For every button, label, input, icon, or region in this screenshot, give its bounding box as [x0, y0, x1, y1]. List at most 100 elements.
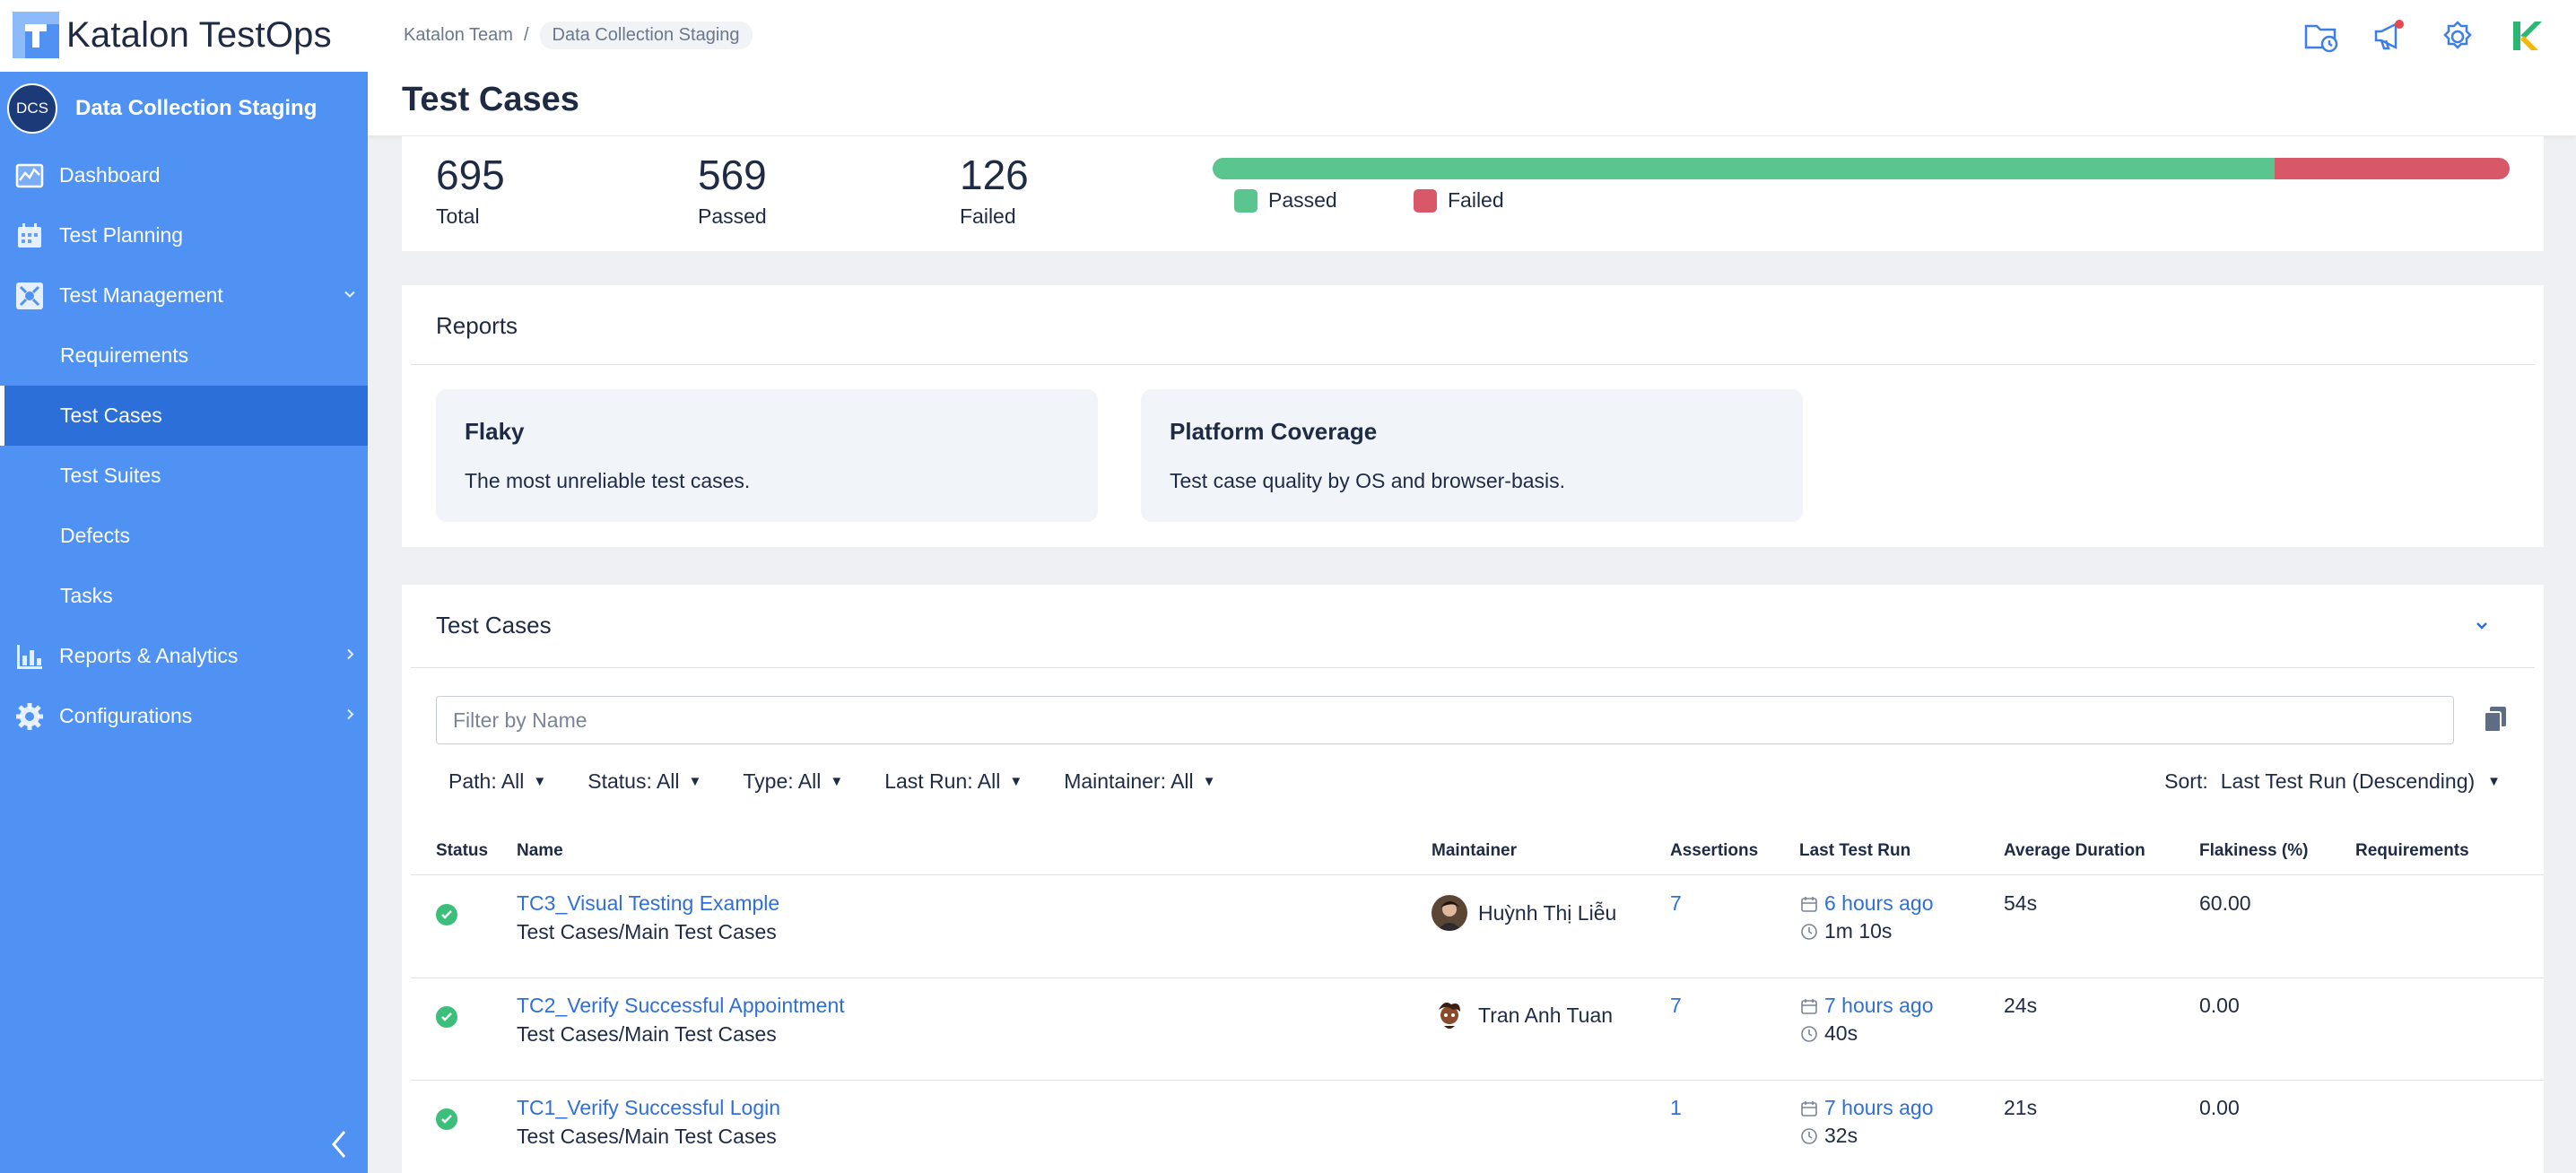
filter-label: Last Run: All: [884, 769, 1001, 793]
column-header-assertions[interactable]: Assertions: [1670, 841, 1758, 861]
table-header: Status Name Maintainer Assertions Last T…: [436, 841, 2535, 863]
table-row: TC1_Verify Successful Login Test Cases/M…: [436, 1080, 2535, 1173]
brand[interactable]: Katalon TestOps: [13, 11, 332, 59]
path-filter-dropdown[interactable]: Path: All ▼: [448, 769, 546, 794]
stat-failed: 126 Failed: [960, 151, 1029, 229]
caret-down-icon: ▼: [533, 774, 547, 789]
test-case-path: Test Cases/Main Test Cases: [517, 1022, 777, 1046]
top-icons: [2300, 14, 2547, 57]
katalon-k-icon[interactable]: [2504, 14, 2547, 57]
table-row: TC2_Verify Successful Appointment Test C…: [436, 978, 2535, 1078]
caret-down-icon: ▼: [1202, 774, 1216, 789]
stat-passed-value: 569: [698, 152, 767, 198]
flakiness-value: 0.00: [2199, 994, 2240, 1017]
avatar: [1432, 895, 1467, 931]
stat-total-value: 695: [436, 152, 505, 198]
stat-total: 695 Total: [436, 151, 505, 229]
calendar-icon: [1799, 1099, 1819, 1118]
chevron-right-icon: [343, 706, 357, 726]
sidebar-item-reports-analytics[interactable]: Reports & Analytics: [0, 626, 368, 686]
test-case-name-link[interactable]: TC1_Verify Successful Login: [517, 1096, 780, 1120]
legend-failed-label: Failed: [1448, 188, 1504, 212]
column-header-average-duration[interactable]: Average Duration: [2004, 841, 2145, 861]
sidebar-item-label: Test Management: [59, 283, 223, 307]
column-header-flakiness[interactable]: Flakiness (%): [2199, 841, 2308, 861]
sidebar-item-requirements[interactable]: Requirements: [0, 326, 368, 386]
filter-bar: Path: All ▼ Status: All ▼ Type: All ▼ Last …: [448, 769, 1216, 794]
sidebar-item-label: Requirements: [60, 343, 189, 367]
last-run-time-link[interactable]: 7 hours ago: [1824, 994, 1933, 1018]
gear-icon: [14, 701, 45, 732]
column-header-status[interactable]: Status: [436, 841, 488, 861]
assertions-count[interactable]: 7: [1670, 994, 1682, 1018]
avatar: [1432, 997, 1467, 1033]
assertions-count[interactable]: 1: [1670, 1096, 1682, 1120]
megaphone-icon[interactable]: [2368, 14, 2411, 57]
column-header-last-test-run[interactable]: Last Test Run: [1799, 841, 1910, 861]
breadcrumb-team[interactable]: Katalon Team: [404, 25, 513, 46]
test-case-name-link[interactable]: TC3_Visual Testing Example: [517, 891, 779, 916]
type-filter-dropdown[interactable]: Type: All ▼: [743, 769, 843, 794]
sidebar-item-test-management[interactable]: Test Management: [0, 265, 368, 326]
sidebar-item-defects[interactable]: Defects: [0, 506, 368, 566]
column-header-requirements[interactable]: Requirements: [2355, 841, 2469, 861]
dashboard-icon: [14, 161, 45, 191]
report-tile-desc: Test case quality by OS and browser-basi…: [1170, 469, 1566, 492]
sidebar-item-label: Test Suites: [60, 464, 161, 487]
report-tile-title: Flaky: [465, 418, 525, 445]
sidebar-item-label: Reports & Analytics: [59, 644, 239, 667]
gear-icon[interactable]: [2436, 14, 2479, 57]
caret-down-icon: ▼: [1009, 774, 1023, 789]
column-header-maintainer[interactable]: Maintainer: [1432, 841, 1517, 861]
maintainer-filter-dropdown[interactable]: Maintainer: All ▼: [1064, 769, 1215, 794]
sort-control[interactable]: Sort: Last Test Run (Descending) ▼: [2164, 769, 2501, 794]
caret-down-icon: ▼: [688, 774, 702, 789]
last-run-time-link[interactable]: 7 hours ago: [1824, 1096, 1933, 1120]
clock-icon: [1799, 922, 1819, 942]
legend-passed-swatch: [1234, 188, 1258, 213]
sidebar-item-label: Test Planning: [59, 223, 184, 247]
stat-total-label: Total: [436, 204, 480, 228]
report-tile-platform-coverage[interactable]: Platform Coverage Test case quality by O…: [1141, 389, 1803, 522]
sidebar-item-tasks[interactable]: Tasks: [0, 566, 368, 626]
project-switcher[interactable]: DCS Data Collection Staging: [0, 72, 368, 145]
last-run-duration: 32s: [1824, 1124, 1858, 1147]
sidebar-item-label: Test Cases: [60, 404, 162, 427]
average-duration: 24s: [2004, 994, 2038, 1017]
test-case-path: Test Cases/Main Test Cases: [517, 920, 777, 943]
status-filter-dropdown[interactable]: Status: All ▼: [587, 769, 701, 794]
sidebar: DCS Data Collection Staging Dashboard Te…: [0, 72, 368, 1173]
report-tile-title: Platform Coverage: [1170, 418, 1378, 445]
last-run-time-link[interactable]: 6 hours ago: [1824, 891, 1933, 916]
report-tile-flaky[interactable]: Flaky The most unreliable test cases.: [436, 389, 1098, 522]
assertions-count[interactable]: 7: [1670, 891, 1682, 916]
last-run-filter-dropdown[interactable]: Last Run: All ▼: [884, 769, 1023, 794]
column-header-name[interactable]: Name: [517, 841, 563, 861]
test-case-name-link[interactable]: TC2_Verify Successful Appointment: [517, 994, 845, 1018]
last-run-duration: 40s: [1824, 1021, 1858, 1045]
maintainer: Huỳnh Thị Liễu: [1432, 895, 1616, 931]
sidebar-item-label: Tasks: [60, 584, 113, 607]
legend-failed: Failed: [1414, 188, 1504, 213]
pass-bar-segment: [1213, 158, 2275, 179]
sidebar-item-test-cases[interactable]: Test Cases: [0, 386, 368, 446]
sidebar-item-test-planning[interactable]: Test Planning: [0, 205, 368, 265]
caret-down-icon: ▼: [2487, 774, 2501, 789]
chevron-down-icon[interactable]: [2468, 612, 2495, 639]
sidebar-item-configurations[interactable]: Configurations: [0, 686, 368, 746]
collapse-sidebar-icon[interactable]: [321, 1126, 357, 1162]
clock-icon: [1799, 1024, 1819, 1044]
copy-icon[interactable]: [2481, 705, 2510, 734]
caret-down-icon: ▼: [830, 774, 844, 789]
sidebar-item-test-suites[interactable]: Test Suites: [0, 446, 368, 506]
folder-clock-icon[interactable]: [2300, 14, 2343, 57]
average-duration: 54s: [2004, 891, 2038, 915]
sidebar-item-dashboard[interactable]: Dashboard: [0, 145, 368, 205]
sidebar-item-label: Configurations: [59, 704, 193, 727]
calendar-icon: [1799, 996, 1819, 1016]
breadcrumb-project[interactable]: Data Collection Staging: [539, 22, 753, 49]
clock-icon: [1799, 1126, 1819, 1146]
status-passed-icon: [436, 904, 457, 925]
filter-by-name-input[interactable]: [436, 696, 2454, 744]
fail-bar-segment: [2274, 158, 2510, 179]
